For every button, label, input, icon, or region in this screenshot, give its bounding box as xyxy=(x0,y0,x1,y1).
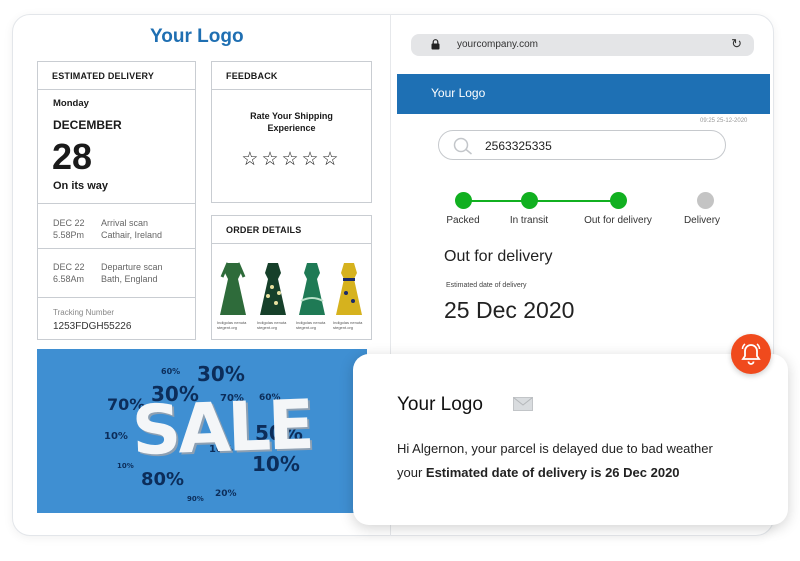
dress-caption: Indigolas nenuta stegent.org xyxy=(296,320,326,330)
percent-label: 90% xyxy=(187,495,204,503)
dress-image[interactable] xyxy=(258,261,288,317)
search-input[interactable]: 2563325335 xyxy=(485,139,552,153)
tracking-number[interactable]: 1253FDGH55226 xyxy=(53,321,131,332)
sale-banner[interactable]: 60% 30% 30% 70% 70% 60% 10% 50% 10% 80% … xyxy=(37,349,367,513)
step-dot-packed xyxy=(455,192,472,209)
reload-icon[interactable]: ↻ xyxy=(731,36,742,52)
percent-label: 10% xyxy=(117,462,134,470)
url-text: yourcompany.com xyxy=(457,39,538,50)
sale-word: SALE xyxy=(130,385,313,472)
separator xyxy=(38,248,195,249)
lock-icon xyxy=(431,39,440,50)
feedback-heading: FEEDBACK xyxy=(212,62,371,90)
step-label: Out for delivery xyxy=(584,215,652,226)
dress-image[interactable] xyxy=(334,261,364,317)
notification-message: Hi Algernon, your parcel is delayed due … xyxy=(397,441,713,456)
left-logo: Your Logo xyxy=(150,26,244,47)
mail-icon xyxy=(513,397,533,411)
scan-row: DEC 22 6.58AmDeparture scan Bath, England xyxy=(53,262,163,284)
delivery-date: 28 xyxy=(52,136,93,177)
step-label: Delivery xyxy=(683,215,721,226)
timestamp: 09:25 25-12-2020 xyxy=(700,118,748,124)
dress-image[interactable] xyxy=(218,261,248,317)
delivery-status: On its way xyxy=(53,180,109,192)
delivery-day: Monday xyxy=(53,98,89,109)
bell-icon xyxy=(741,343,761,365)
feedback-card: FEEDBACK Rate Your Shipping Experience ☆☆… xyxy=(211,61,372,203)
scan-row: DEC 22 5.58PmArrival scan Cathair, Ireland xyxy=(53,218,163,240)
site-header: Your Logo xyxy=(397,74,770,114)
percent-label: 60% xyxy=(161,367,181,376)
separator xyxy=(38,297,195,298)
dress-caption: Indigolas nenuta stegent.org xyxy=(217,320,247,330)
notification-logo: Your Logo xyxy=(397,394,483,415)
percent-label: 80% xyxy=(141,469,185,490)
dress-caption: Indigolas nenuta stegent.org xyxy=(257,320,287,330)
address-bar[interactable]: yourcompany.com ↻ xyxy=(411,34,754,56)
order-details-heading: ORDER DETAILS xyxy=(212,216,371,244)
dress-image[interactable] xyxy=(297,261,327,317)
estimated-delivery-heading: ESTIMATED DELIVERY xyxy=(38,62,195,90)
search-icon xyxy=(453,137,472,155)
step-dot-out-for-delivery xyxy=(610,192,627,209)
percent-label: 30% xyxy=(197,362,245,386)
estimated-date: 25 Dec 2020 xyxy=(444,297,575,323)
tracking-search[interactable]: 2563325335 xyxy=(438,130,726,160)
status-title: Out for delivery xyxy=(444,248,553,265)
order-details-card: ORDER DETAILS Indigolas nenuta stegent.o… xyxy=(211,215,372,340)
delivery-month: DECEMBER xyxy=(53,118,122,132)
step-dot-delivery xyxy=(697,192,714,209)
separator xyxy=(38,203,195,204)
notification-bell-button[interactable] xyxy=(731,334,771,374)
progress-line xyxy=(463,200,619,202)
notification-message-line2: your Estimated date of delivery is 26 De… xyxy=(397,465,680,480)
star-rating[interactable]: ☆☆☆☆☆ xyxy=(212,148,371,171)
estimated-delivery-card: ESTIMATED DELIVERY Monday DECEMBER 28 On… xyxy=(37,61,196,340)
step-label: In transit xyxy=(509,215,549,226)
notification-card[interactable]: Your Logo Hi Algernon, your parcel is de… xyxy=(353,354,788,525)
dress-caption: Indigolas nenuta stegent.org xyxy=(333,320,363,330)
tracking-label: Tracking Number xyxy=(53,308,115,317)
step-dot-in-transit xyxy=(521,192,538,209)
estimated-label: Estimated date of delivery xyxy=(446,282,527,289)
percent-label: 10% xyxy=(104,431,128,442)
site-logo[interactable]: Your Logo xyxy=(431,86,485,100)
percent-label: 20% xyxy=(215,489,237,499)
feedback-prompt: Rate Your Shipping Experience xyxy=(250,111,333,133)
